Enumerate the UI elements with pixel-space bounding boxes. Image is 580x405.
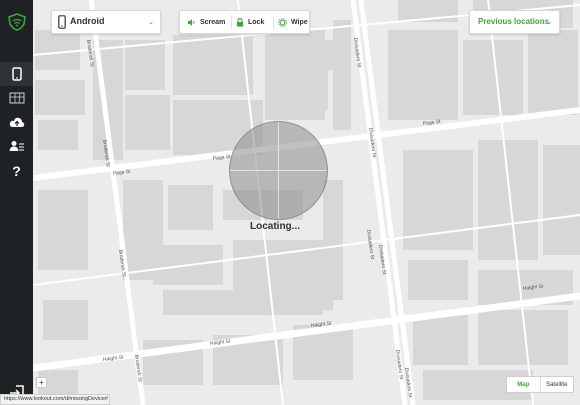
- question-icon: ?: [12, 163, 21, 179]
- phone-icon: [11, 67, 22, 81]
- cloud-upload-icon: [9, 117, 24, 127]
- gear-icon: [278, 17, 287, 27]
- wipe-button[interactable]: Wipe: [278, 11, 308, 33]
- browser-status-url: https://www.lookout.com/d/missingDevice#: [0, 394, 110, 405]
- scream-label: Scream: [200, 18, 226, 26]
- speaker-icon: [188, 18, 195, 26]
- device-name: Android: [70, 16, 105, 26]
- location-accuracy-circle: [229, 121, 328, 220]
- phone-icon: [58, 15, 66, 29]
- wipe-label: Wipe: [291, 18, 308, 26]
- lock-label: Lock: [248, 18, 265, 26]
- map-type-toggle: Map Satellite: [506, 376, 574, 393]
- previous-locations-dropdown[interactable]: Previous locations ⌄: [469, 10, 560, 34]
- sidebar: ?: [0, 0, 33, 405]
- locating-status: Locating...: [250, 221, 300, 232]
- lookout-shield-icon[interactable]: [5, 10, 28, 33]
- previous-locations-label: Previous locations: [478, 17, 550, 26]
- divider: [231, 15, 232, 29]
- sidebar-item-contacts[interactable]: [0, 134, 33, 158]
- lock-icon: [237, 17, 243, 27]
- sidebar-item-map[interactable]: [0, 86, 33, 110]
- device-selector[interactable]: Android ⌄: [51, 10, 161, 34]
- device-actions: Scream Lock Wipe: [179, 10, 310, 34]
- chevron-down-icon: ⌄: [148, 19, 154, 26]
- satellite-view-button[interactable]: Satellite: [541, 377, 574, 392]
- lock-button[interactable]: Lock: [236, 11, 264, 33]
- divider: [273, 15, 274, 29]
- zoom-in-button[interactable]: +: [36, 377, 47, 388]
- sidebar-item-device[interactable]: [0, 62, 33, 86]
- map-icon: [9, 92, 24, 104]
- scream-button[interactable]: Scream: [187, 11, 225, 33]
- sidebar-item-backup[interactable]: [0, 110, 33, 134]
- person-list-icon: [9, 141, 24, 151]
- crosshair-vertical: [278, 122, 279, 219]
- chevron-down-icon: ⌄: [546, 19, 552, 26]
- sidebar-item-help[interactable]: ?: [0, 159, 33, 183]
- map-view-button[interactable]: Map: [507, 377, 541, 392]
